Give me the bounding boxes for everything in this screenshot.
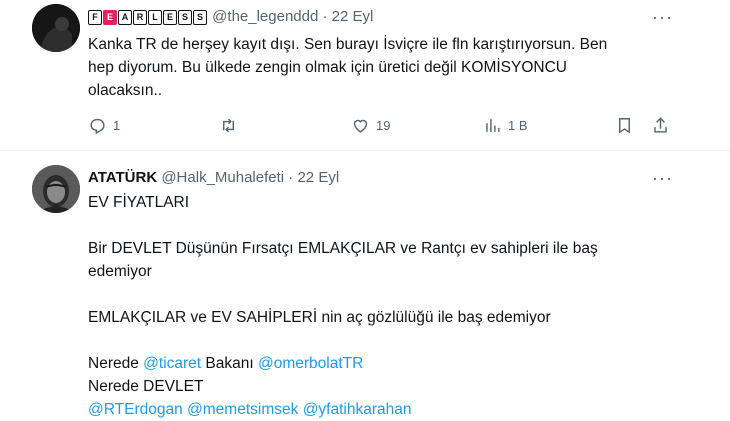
name-letter: L [148,10,162,25]
like-count: 19 [376,118,391,133]
reply-icon [90,118,105,135]
text-line: hep diyorum. Bu ülkede zengin olmak için… [88,59,567,76]
name-letter: E [103,10,117,25]
name-letter: R [133,10,147,25]
mention-link[interactable]: @RTErdogan [88,401,183,418]
mention-link[interactable]: @omerbolatTR [258,355,363,372]
tweet-text: EV FİYATLARI Bir DEVLET Düşünün Fırsatçı… [88,191,708,421]
reply-count: 1 [113,118,121,133]
name-letter: S [193,10,207,25]
action-bar: 1 19 1 B [0,116,730,136]
text-line: edemiyor [88,263,152,280]
retweet-button[interactable] [219,116,244,135]
text-fragment: Bakanı [205,355,254,372]
name-letter: E [163,10,177,25]
display-name[interactable]: FEARLESS [88,8,212,25]
separator: · [322,8,328,25]
text-line: Bir DEVLET Düşünün Fırsatçı EMLAKÇILAR v… [88,240,598,257]
share-icon [654,117,667,133]
text-line: EV FİYATLARI [88,194,190,211]
retweet-icon [223,118,234,133]
text-fragment: Nerede [88,355,139,372]
ellipsis-icon[interactable]: ··· [652,8,673,26]
avatar[interactable] [32,4,80,52]
bookmark-icon [619,118,630,134]
avatar[interactable] [32,165,80,213]
avatar-image [32,165,80,213]
tweet-text: Kanka TR de herşey kayıt dışı. Sen buray… [88,33,708,102]
text-line: olacaksın.. [88,82,163,99]
text-line: Kanka TR de herşey kayıt dışı. Sen buray… [88,36,608,53]
handle[interactable]: @the_legenddd [212,8,318,25]
tweet-header: ATATÜRK @Halk_Muhalefeti · 22 Eyl [88,168,339,188]
bookmark-button[interactable] [615,116,634,135]
text-line: Nerede @ticaret Bakanı @omerbolatTR [88,352,708,375]
reply-button[interactable]: 1 [88,116,120,135]
avatar-image [32,4,80,52]
handle[interactable]: @Halk_Muhalefeti [161,169,284,186]
text-line: @RTErdogan @memetsimsek @yfatihkarahan [88,398,708,421]
display-name[interactable]: ATATÜRK [88,169,157,186]
name-letter: A [118,10,132,25]
heart-icon [353,119,368,133]
share-button[interactable] [651,116,670,135]
mention-link[interactable]: @ticaret [143,355,201,372]
text-line: Nerede DEVLET [88,378,204,395]
timestamp[interactable]: 22 Eyl [297,169,339,186]
tweet-2[interactable]: ATATÜRK @Halk_Muhalefeti · 22 Eyl ··· EV… [0,151,730,420]
tweet-header: FEARLESS @the_legenddd · 22 Eyl [88,7,373,27]
ellipsis-icon[interactable]: ··· [652,169,673,187]
tweet-1[interactable]: FEARLESS @the_legenddd · 22 Eyl ··· Kank… [0,0,730,150]
text-line: EMLAKÇILAR ve EV SAHİPLERİ nin aç gözlül… [88,309,551,326]
like-button[interactable]: 19 [351,116,390,135]
views-button[interactable]: 1 B [483,116,528,135]
views-icon [486,119,500,132]
name-letter: S [178,10,192,25]
mention-link[interactable]: @memetsimsek [187,401,298,418]
mention-link[interactable]: @yfatihkarahan [303,401,412,418]
separator: · [288,169,294,186]
timestamp[interactable]: 22 Eyl [332,8,374,25]
views-count: 1 B [508,118,528,133]
name-letter: F [88,10,102,25]
